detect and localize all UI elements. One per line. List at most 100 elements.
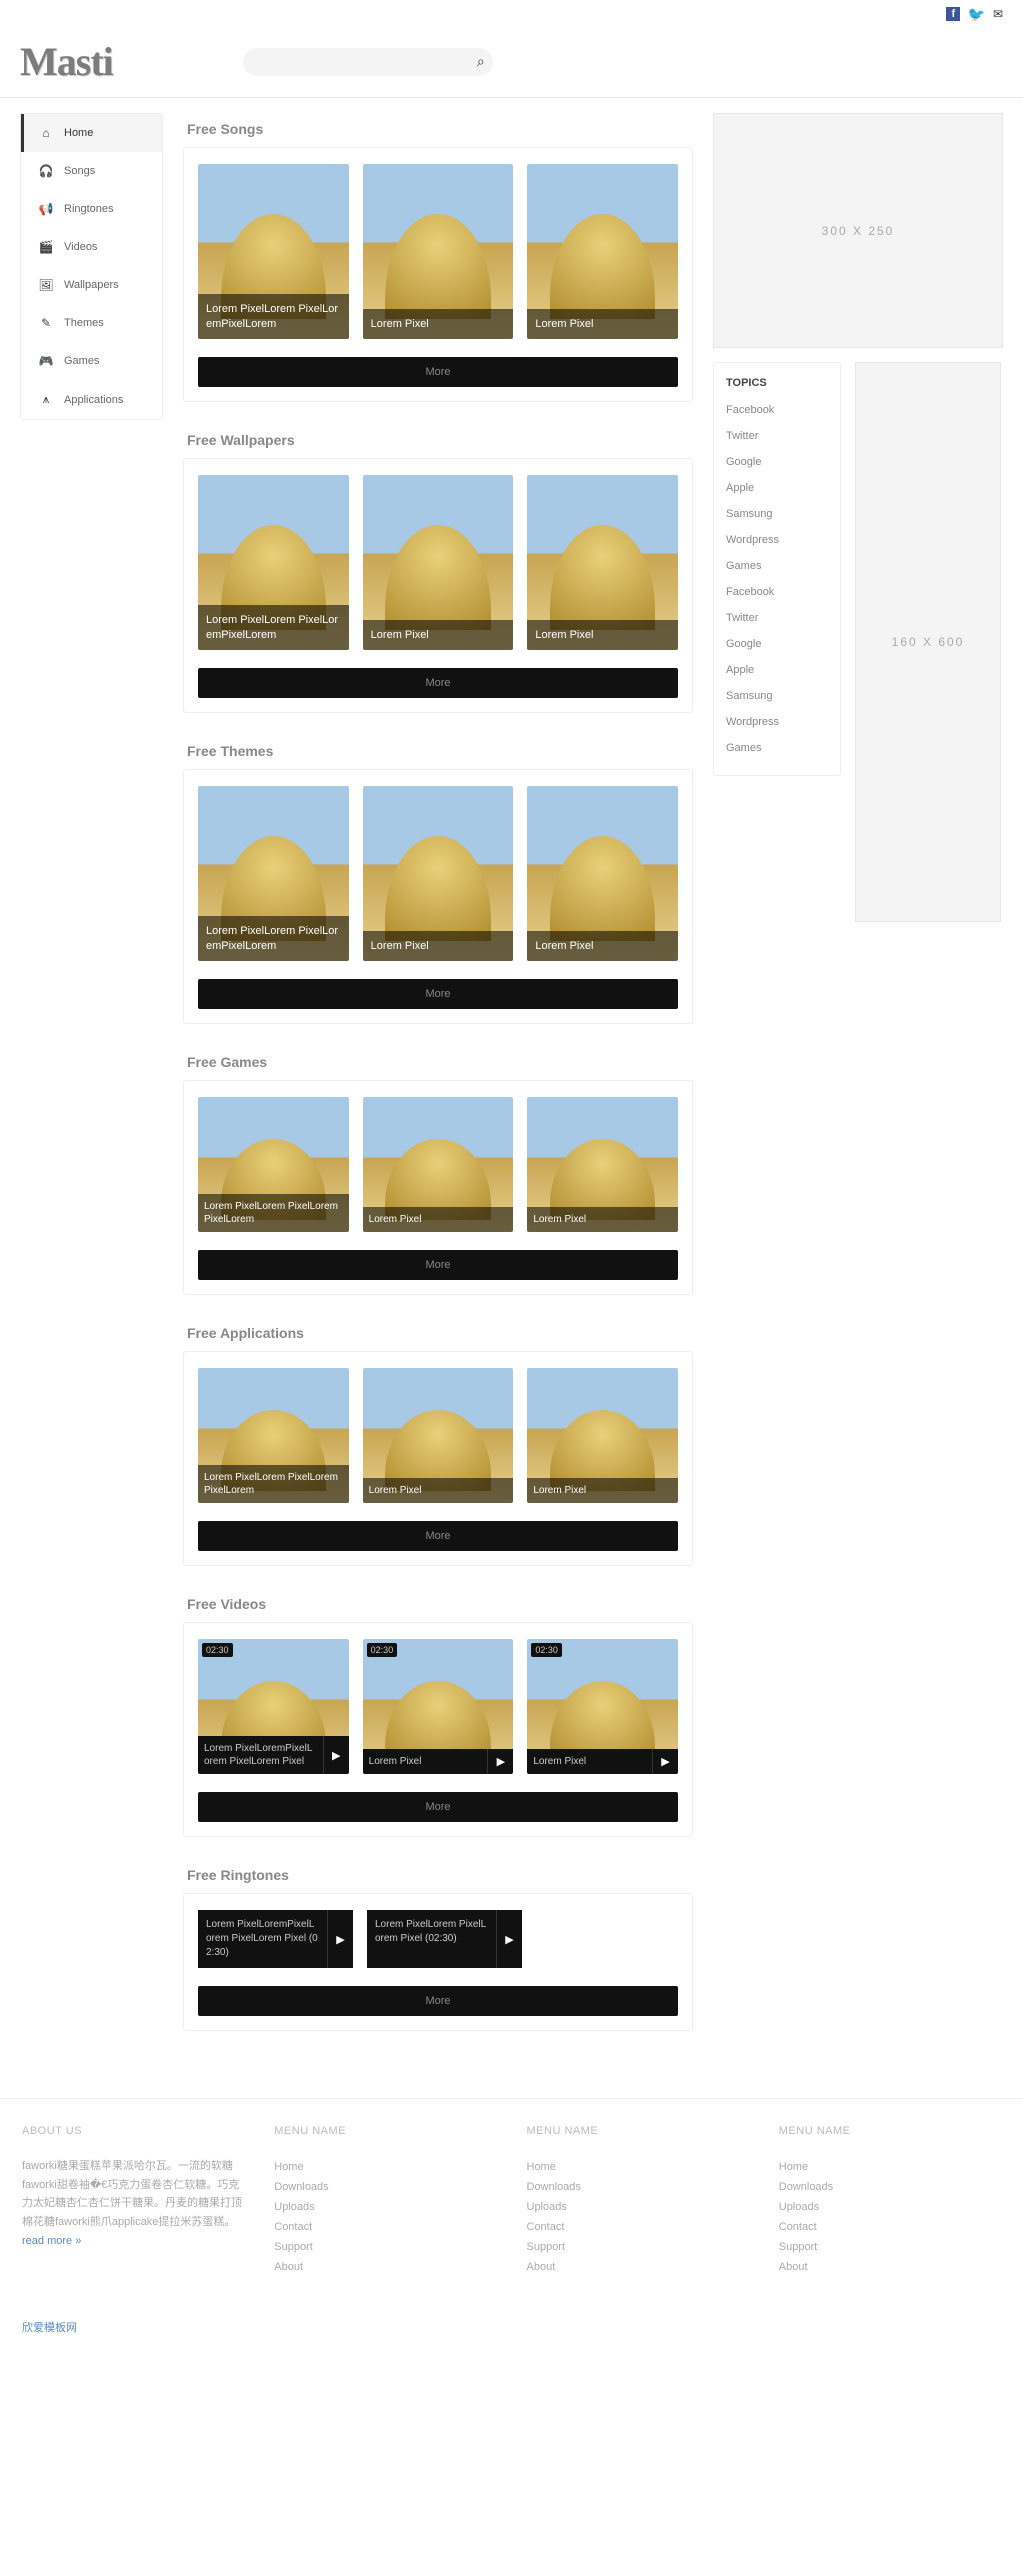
footer-link[interactable]: About: [527, 2257, 749, 2277]
footer-link[interactable]: Downloads: [779, 2177, 1001, 2197]
content-thumb[interactable]: Lorem PixelLorem PixelLoremPixelLorem: [198, 1097, 349, 1232]
footer-link[interactable]: About: [274, 2257, 496, 2277]
footer-link[interactable]: Support: [527, 2237, 749, 2257]
topic-link[interactable]: Samsung: [726, 501, 828, 527]
panel-title: Free Applications: [183, 1317, 693, 1351]
content-thumb[interactable]: Lorem Pixel: [363, 786, 514, 961]
panel-free-ringtones: Free RingtonesLorem PixelLoremPixelLorem…: [183, 1859, 693, 2031]
footer-link[interactable]: Home: [274, 2157, 496, 2177]
topic-link[interactable]: Samsung: [726, 683, 828, 709]
topic-link[interactable]: Google: [726, 631, 828, 657]
nav-item-applications[interactable]: ⩚Applications: [21, 380, 162, 419]
nav-item-wallpapers[interactable]: 🖼Wallpapers: [21, 266, 162, 304]
nav-label: Ringtones: [64, 203, 114, 215]
more-button[interactable]: More: [198, 668, 678, 698]
content-thumb[interactable]: 02:30Lorem Pixel▶: [363, 1639, 514, 1774]
footer-link[interactable]: Downloads: [274, 2177, 496, 2197]
content-thumb[interactable]: Lorem Pixel: [527, 164, 678, 339]
content-thumb[interactable]: Lorem Pixel: [363, 475, 514, 650]
content-thumb[interactable]: Lorem Pixel: [363, 164, 514, 339]
footer-link[interactable]: Uploads: [779, 2197, 1001, 2217]
more-button[interactable]: More: [198, 979, 678, 1009]
content-thumb[interactable]: 02:30Lorem Pixel▶: [527, 1639, 678, 1774]
footer-link[interactable]: Contact: [274, 2217, 496, 2237]
mail-icon[interactable]: ✉: [989, 7, 1003, 21]
more-button[interactable]: More: [198, 1792, 678, 1822]
footer-link[interactable]: Uploads: [527, 2197, 749, 2217]
thumb-caption: Lorem PixelLorem PixelLoremPixelLorem: [198, 605, 349, 650]
credit-link[interactable]: 欣爱模板网: [22, 2322, 77, 2334]
topic-link[interactable]: Apple: [726, 475, 828, 501]
nav-item-songs[interactable]: 🎧Songs: [21, 152, 162, 190]
footer-menu-2: MENU NAME HomeDownloadsUploadsContactSup…: [527, 2125, 749, 2277]
twitter-icon[interactable]: 🐦: [968, 7, 982, 21]
footer-link[interactable]: Support: [779, 2237, 1001, 2257]
play-icon[interactable]: ▶: [323, 1736, 349, 1774]
content-thumb[interactable]: Lorem PixelLorem PixelLoremPixelLorem: [198, 786, 349, 961]
content-thumb[interactable]: Lorem Pixel: [527, 786, 678, 961]
play-icon[interactable]: ▶: [496, 1910, 522, 1968]
footer-link[interactable]: Contact: [779, 2217, 1001, 2237]
footer-menu-1: MENU NAME HomeDownloadsUploadsContactSup…: [274, 2125, 496, 2277]
topic-link[interactable]: Google: [726, 449, 828, 475]
footer-link[interactable]: Uploads: [274, 2197, 496, 2217]
more-button[interactable]: More: [198, 357, 678, 387]
ad-300x250[interactable]: 300 X 250: [713, 113, 1003, 348]
thumb-caption: Lorem Pixel: [363, 309, 514, 339]
topic-link[interactable]: Wordpress: [726, 527, 828, 553]
content-thumb[interactable]: 02:30Lorem PixelLoremPixelLorem PixelLor…: [198, 1639, 349, 1774]
panel-free-themes: Free ThemesLorem PixelLorem PixelLoremPi…: [183, 735, 693, 1024]
footer-link[interactable]: Home: [527, 2157, 749, 2177]
content-thumb[interactable]: Lorem PixelLorem PixelLoremPixelLorem: [198, 475, 349, 650]
nav-item-themes[interactable]: ✎Themes: [21, 304, 162, 342]
more-button[interactable]: More: [198, 1250, 678, 1280]
duration-badge: 02:30: [202, 1643, 233, 1657]
topic-link[interactable]: Facebook: [726, 579, 828, 605]
search-button[interactable]: ⌕: [477, 53, 485, 70]
read-more-link[interactable]: read more »: [22, 2235, 81, 2247]
nav-item-home[interactable]: ⌂Home: [21, 114, 162, 152]
nav-item-games[interactable]: 🎮Games: [21, 342, 162, 380]
facebook-icon[interactable]: f: [946, 7, 960, 21]
right-column: 300 X 250 TOPICS FacebookTwitterGoogleAp…: [713, 113, 1003, 922]
brand-logo[interactable]: Masti: [20, 38, 113, 85]
footer-menu-heading: MENU NAME: [527, 2125, 749, 2137]
content-thumb[interactable]: Lorem Pixel: [527, 1368, 678, 1503]
panel-title: Free Wallpapers: [183, 424, 693, 458]
topic-link[interactable]: Apple: [726, 657, 828, 683]
content-thumb[interactable]: Lorem Pixel: [363, 1368, 514, 1503]
content-thumb[interactable]: Lorem Pixel: [363, 1097, 514, 1232]
ringtone-item[interactable]: Lorem PixelLorem PixelLorem Pixel (02:30…: [367, 1910, 522, 1968]
content-thumb[interactable]: Lorem Pixel: [527, 1097, 678, 1232]
video-bar: Lorem Pixel▶: [363, 1749, 514, 1774]
topic-link[interactable]: Twitter: [726, 605, 828, 631]
content-thumb[interactable]: Lorem Pixel: [527, 475, 678, 650]
topic-link[interactable]: Wordpress: [726, 709, 828, 735]
videos-icon: 🎬: [38, 240, 54, 254]
topic-link[interactable]: Games: [726, 735, 828, 761]
topic-link[interactable]: Games: [726, 553, 828, 579]
play-icon[interactable]: ▶: [652, 1749, 678, 1774]
footer-link[interactable]: Contact: [527, 2217, 749, 2237]
ad-160x600[interactable]: 160 X 600: [855, 362, 1001, 922]
ringtone-item[interactable]: Lorem PixelLoremPixelLorem PixelLorem Pi…: [198, 1910, 353, 1968]
panel-free-songs: Free SongsLorem PixelLorem PixelLoremPix…: [183, 113, 693, 402]
footer-link[interactable]: Downloads: [527, 2177, 749, 2197]
nav-item-ringtones[interactable]: 📢Ringtones: [21, 190, 162, 228]
topics-box: TOPICS FacebookTwitterGoogleAppleSamsung…: [713, 362, 841, 776]
search-input[interactable]: [243, 48, 443, 76]
nav-label: Wallpapers: [64, 279, 119, 291]
content-thumb[interactable]: Lorem PixelLorem PixelLoremPixelLorem: [198, 164, 349, 339]
footer-link[interactable]: About: [779, 2257, 1001, 2277]
topic-link[interactable]: Facebook: [726, 397, 828, 423]
footer-about-heading: ABOUT US: [22, 2125, 244, 2137]
more-button[interactable]: More: [198, 1521, 678, 1551]
play-icon[interactable]: ▶: [487, 1749, 513, 1774]
content-thumb[interactable]: Lorem PixelLorem PixelLoremPixelLorem: [198, 1368, 349, 1503]
footer-link[interactable]: Home: [779, 2157, 1001, 2177]
nav-item-videos[interactable]: 🎬Videos: [21, 228, 162, 266]
play-icon[interactable]: ▶: [327, 1910, 353, 1968]
topic-link[interactable]: Twitter: [726, 423, 828, 449]
footer-link[interactable]: Support: [274, 2237, 496, 2257]
more-button[interactable]: More: [198, 1986, 678, 2016]
